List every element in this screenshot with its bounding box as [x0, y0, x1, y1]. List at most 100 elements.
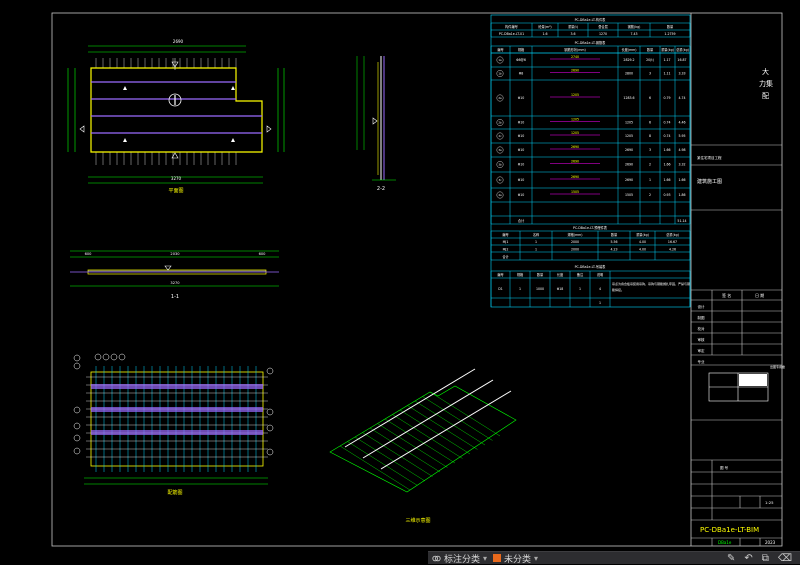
main-table-cell: 1.2759	[664, 32, 675, 36]
main-table-header: 数量	[667, 24, 674, 29]
company-line-1: 大	[762, 67, 769, 76]
chevron-down-icon: ▾	[534, 553, 539, 563]
plan-dim-bottom: 3270	[171, 176, 182, 181]
embed-table-header: 重量(kg)	[636, 232, 649, 237]
rebar-shape-dim: 1205	[571, 93, 579, 97]
rebar-plan-title: 配筋图	[167, 489, 182, 496]
rebar-plan: 配筋图	[73, 353, 274, 496]
hoist-table-cell: 1	[599, 301, 601, 305]
rebar-total-weight: 5.95	[678, 134, 685, 138]
drawing-name: PC-DBa1e-LT-BIM	[700, 526, 759, 534]
rebar-weight: 1.66	[663, 178, 670, 182]
iso-rebar	[354, 436, 426, 482]
embed-table-cell: MJ2	[503, 248, 509, 252]
rebar-total-weight: 4.98	[678, 148, 685, 152]
embed-table-cell: 4.00	[639, 240, 646, 244]
copy-icon[interactable]: ⧉	[762, 553, 769, 564]
iso-rebar	[347, 441, 418, 486]
rebar-len: 2690	[625, 163, 633, 167]
embed-table-cell: 2000	[571, 240, 579, 244]
iso-rebar	[392, 414, 463, 459]
rebar-total-weight: 3.33	[678, 72, 685, 76]
main-table-header: 钢筋(kg)	[628, 24, 641, 29]
title-block	[691, 144, 782, 546]
embed-table-header: 名称	[533, 232, 540, 237]
delete-icon[interactable]: ⌫	[778, 553, 792, 564]
rebar-callout	[266, 408, 274, 416]
rebar-weight: 1.17	[663, 58, 670, 62]
rebar-shape-dim: 1205	[571, 131, 579, 135]
section-dim-mid: 2030	[170, 252, 180, 256]
rebar-weight: 1.66	[663, 163, 670, 167]
hoist-table-header: 规格	[517, 272, 524, 277]
rebar-callout	[266, 448, 274, 456]
rebar-callout	[266, 367, 274, 375]
cad-drawing-canvas[interactable]: 2690 3270 平面图 2-2 600 2030 600 3270 1-1 …	[0, 0, 800, 564]
embed-table-cell: 4.26	[669, 248, 676, 252]
rebar-no: 3b	[498, 163, 502, 167]
undo-icon[interactable]: ↶	[744, 553, 752, 564]
rebar-spec: Φ10	[518, 134, 525, 138]
rebar-no: 2a	[498, 96, 502, 100]
color-swatch-icon	[493, 554, 502, 562]
chevron-down-icon: ▾	[483, 553, 488, 563]
rebar-callout	[73, 434, 81, 442]
rebar-len: 2690	[625, 178, 633, 182]
rebar-weight: 0.79	[663, 96, 670, 100]
rebar-callout	[73, 354, 81, 362]
rebar-len: 2829.2	[623, 58, 634, 62]
rebar-table-header: 钢筋形状(mm)	[564, 47, 585, 52]
iso-rebar	[429, 391, 501, 437]
rebar-len: 1505	[625, 193, 633, 197]
rebar-no: 3c	[498, 178, 502, 182]
rebar-no: 3a	[498, 148, 502, 152]
rebar-callout	[73, 447, 81, 455]
iso-rebar	[399, 409, 471, 455]
embed-table-cell: 4.23	[610, 248, 617, 252]
embed-table-cell: MJ1	[503, 240, 509, 244]
embed-table-header: 规格(mm)	[567, 232, 582, 237]
rebar-weight: 0.74	[663, 134, 670, 138]
main-table-cell: 1270	[599, 32, 607, 36]
rebar-no: 2c	[498, 134, 502, 138]
rebar-spec: Φ8@6	[516, 58, 526, 62]
rebar-qty: 3	[649, 148, 651, 152]
embed-table-cell: 16.67	[668, 240, 677, 244]
section-1-1: 600 2030 600 3270 1-1	[70, 250, 279, 300]
main-table-cell: 1.6	[542, 32, 547, 36]
rebar-qty: 3	[649, 72, 651, 76]
embed-table-header: 编号	[502, 232, 508, 237]
edit-icon[interactable]: ✎	[727, 553, 735, 564]
rebar-shape-dim: 2740	[571, 55, 579, 59]
main-table-header: 重量(t)	[568, 24, 578, 29]
main-table-header: 构件编号	[505, 24, 518, 29]
stamp-fill	[739, 374, 767, 386]
rebar-qty: 6	[649, 121, 651, 125]
iso-rebar	[422, 396, 493, 441]
rebar-total-weight: 1.86	[678, 193, 685, 197]
hoist-table-header: 说明	[597, 272, 603, 277]
rebar-table-header: 数量	[647, 47, 654, 52]
category-selector[interactable]: 未分类 ▾	[493, 552, 538, 565]
iso-rebar	[377, 423, 448, 468]
rebar-total: 51.14	[677, 219, 686, 223]
main-table-cell: 3.6	[570, 32, 575, 36]
rebar-weight: 0.74	[663, 121, 670, 125]
rebar-total-label: 合计	[518, 218, 525, 223]
hoist-table-cell: 1	[519, 287, 521, 291]
embed-table-cell: 2000	[571, 248, 579, 252]
plan-dim-top: 2690	[173, 39, 184, 44]
rebar-band	[91, 430, 263, 435]
sign-row-label: 审定	[698, 348, 706, 353]
annotation-category-control[interactable]: 标注分类 ▾	[432, 552, 487, 565]
rebar-spec: Φ10	[518, 148, 525, 152]
iso-bar	[362, 379, 494, 459]
rebar-qty: 1	[649, 178, 651, 182]
iso-rebar	[362, 432, 433, 477]
rebar-shape-dim: 1205	[571, 118, 579, 122]
embed-table-cell: 4.00	[639, 248, 646, 252]
rebar-callout	[266, 424, 274, 432]
section-dim-total: 3270	[170, 281, 180, 285]
sign-row-label: 校对	[698, 326, 706, 331]
rebar-spec: Φ10	[518, 96, 525, 100]
